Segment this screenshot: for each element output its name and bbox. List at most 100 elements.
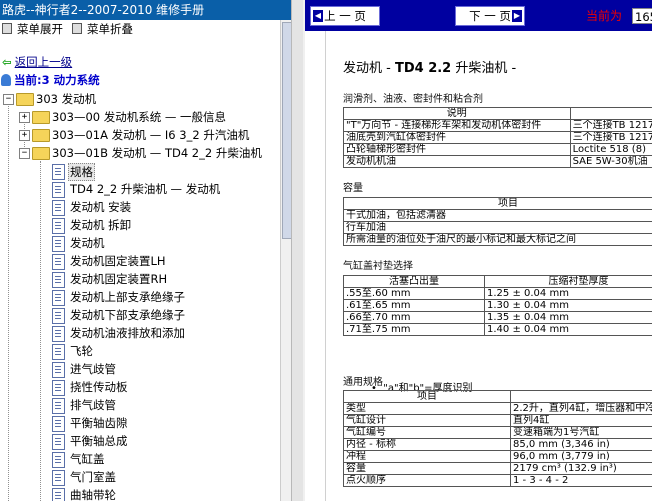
tree-leaf[interactable]: 排气歧管	[0, 397, 280, 414]
document-icon	[52, 218, 65, 234]
general-spec-table: 项目 类型 2.2升，直列4缸，增压器和中冷器 气缸设计 直列4缸 气缸编号 变速箱端…	[343, 390, 652, 487]
page-number-input[interactable]: 165	[632, 8, 652, 24]
tree-leaf[interactable]: TD4 2_2 升柴油机 — 发动机	[0, 181, 280, 198]
document-icon	[52, 290, 65, 306]
document-icon	[52, 434, 65, 450]
table-row: .55至.60 mm 1.25 ± 0.04 mm	[343, 287, 652, 300]
tree-leaf-label: 发动机上部支承绝缘子	[70, 290, 185, 304]
tree-leaf-label: 气缸盖	[70, 452, 105, 466]
left-pane: 路虎--神行者2--2007-2010 维修手册 菜单展开 菜单折叠 ⇦ 返回上一…	[0, 0, 291, 501]
tree-leaf[interactable]: 发动机 拆卸	[0, 217, 280, 234]
table-row: 所需油量的油位处于油尺的最小标记和最大标记之间	[343, 233, 652, 246]
expand-all-icon	[2, 23, 12, 34]
collapse-toggle-icon[interactable]: −	[3, 94, 14, 105]
table-row: 凸轮轴梯形密封件 Loctite 518 (8)	[343, 143, 652, 156]
document-icon	[52, 470, 65, 486]
tree-node-label: 303—00 发动机系统 — 一般信息	[52, 110, 227, 124]
tree-node-303[interactable]: − 303 发动机	[0, 91, 280, 107]
menu-expand-button[interactable]: 菜单展开	[2, 22, 63, 36]
tree-leaf-label: 发动机固定装置LH	[70, 254, 166, 268]
folder-open-icon	[16, 93, 34, 106]
tree-leaf-label: 平衡轴总成	[70, 434, 128, 448]
next-page-label: 下 一 页	[469, 9, 511, 23]
table-row: 内径 - 标称 85,0 mm (3,346 in)	[343, 438, 652, 451]
arrow-right-icon: ▶	[512, 10, 522, 22]
back-arrow-icon: ⇦	[2, 55, 12, 69]
back-link[interactable]: ⇦ 返回上一级	[2, 55, 72, 70]
table-row: 发动机机油 SAE 5W-30机油	[343, 155, 652, 168]
document-icon	[52, 362, 65, 378]
menu-collapse-label: 菜单折叠	[87, 22, 133, 36]
menu-expand-label: 菜单展开	[17, 22, 63, 36]
tree-leaf[interactable]: 挠性传动板	[0, 379, 280, 396]
expand-toggle-icon[interactable]: +	[19, 130, 30, 141]
tree-node-label: 303—01A 发动机 — I6 3_2 升汽油机	[52, 128, 250, 142]
document-icon	[52, 272, 65, 288]
prev-page-label: 上 一 页	[324, 9, 366, 23]
tree-leaf-label: 挠性传动板	[70, 380, 128, 394]
tree-leaf[interactable]: 发动机 安装	[0, 199, 280, 216]
tree-node-303-01b[interactable]: − 303—01B 发动机 — TD4 2_2 升柴油机	[0, 145, 280, 161]
tree-node-303-01a[interactable]: + 303—01A 发动机 — I6 3_2 升汽油机	[0, 127, 280, 143]
tree-leaf-label: 规格	[68, 163, 95, 181]
tree-leaf[interactable]: 气门室盖	[0, 469, 280, 486]
tree-leaf[interactable]: 发动机	[0, 235, 280, 252]
table-row: 冲程 96,0 mm (3,779 in)	[343, 450, 652, 463]
tree-leaf[interactable]: 发动机固定装置LH	[0, 253, 280, 270]
tree-leaf[interactable]: 规格	[0, 163, 280, 181]
expand-toggle-icon[interactable]: +	[19, 112, 30, 123]
tree-leaf-label: TD4 2_2 升柴油机 — 发动机	[70, 182, 221, 196]
document-icon	[52, 182, 65, 198]
tree-leaf-label: 发动机 拆卸	[70, 218, 132, 232]
doc-title: 发动机 - TD4 2.2 升柴油机 -	[343, 61, 517, 76]
document-icon	[52, 164, 65, 180]
tree-leaf[interactable]: 曲轴带轮	[0, 487, 280, 501]
tree-leaf[interactable]: 平衡轴齿隙	[0, 415, 280, 432]
tree-leaf[interactable]: 发动机油液排放和添加	[0, 325, 280, 342]
table-row: 干式加油，包括滤清器	[343, 209, 652, 222]
table-row: .71至.75 mm 1.40 ± 0.04 mm	[343, 323, 652, 336]
table-row: 气缸设计 直列4缸	[343, 414, 652, 427]
tree-scrollbar-thumb[interactable]	[282, 22, 291, 239]
tree-leaf[interactable]: 发动机上部支承绝缘子	[0, 289, 280, 306]
tree-scrollbar[interactable]	[280, 20, 291, 501]
folder-icon	[32, 129, 50, 142]
document-icon	[52, 380, 65, 396]
table-header: 压缩衬垫厚度	[484, 275, 652, 288]
collapse-all-icon	[72, 23, 82, 34]
document-page: 发动机 - TD4 2.2 升柴油机 - 润滑剂、油液、密封件和粘合剂 说明 "…	[325, 31, 652, 501]
table-header: 说明	[343, 107, 571, 120]
menu-collapse-button[interactable]: 菜单折叠	[72, 22, 133, 36]
page-toolbar: ◀ 上 一 页 下 一 页 ▶ 当前为 165	[305, 0, 652, 31]
current-page-label: 当前为	[586, 9, 623, 23]
tree-leaf-label: 发动机	[70, 236, 105, 250]
document-icon	[52, 488, 65, 501]
gasket-table: 活塞凸出量 压缩衬垫厚度 .55至.60 mm 1.25 ± 0.04 mm .61…	[343, 275, 652, 336]
tree-leaf[interactable]: 进气歧管	[0, 361, 280, 378]
document-icon	[52, 308, 65, 324]
tree-node-303-00[interactable]: + 303—00 发动机系统 — 一般信息	[0, 109, 280, 125]
tree-leaf[interactable]: 发动机下部支承绝缘子	[0, 307, 280, 324]
next-page-button[interactable]: 下 一 页 ▶	[455, 6, 525, 26]
table-row: .66至.70 mm 1.35 ± 0.04 mm	[343, 311, 652, 324]
tree-leaf[interactable]: 飞轮	[0, 343, 280, 360]
lubricants-table: 说明 "T"万向节 - 连接梯形车架和发动机体密封件三个连接TB 1217G 油…	[343, 107, 652, 168]
engine-icon	[1, 74, 11, 86]
prev-page-button[interactable]: ◀ 上 一 页	[310, 6, 380, 26]
folder-icon	[32, 111, 50, 124]
table-row: 油底壳到汽缸体密封件三个连接TB 1217G	[343, 131, 652, 144]
table-header: 项目	[343, 197, 652, 210]
tree-leaf[interactable]: 气缸盖	[0, 451, 280, 468]
document-icon	[52, 326, 65, 342]
table-header: 项目	[343, 390, 511, 403]
tree-leaf-label: 发动机油液排放和添加	[70, 326, 185, 340]
table-row: 类型 2.2升，直列4缸，增压器和中冷器	[343, 402, 652, 415]
tree-leaf-label: 气门室盖	[70, 470, 116, 484]
table-row: "T"万向节 - 连接梯形车架和发动机体密封件三个连接TB 1217G	[343, 119, 652, 132]
section-heading: 容量	[343, 183, 363, 194]
tree-leaf-label: 曲轴带轮	[70, 488, 116, 501]
tree-node-label: 303—01B 发动机 — TD4 2_2 升柴油机	[52, 146, 262, 160]
tree-leaf[interactable]: 平衡轴总成	[0, 433, 280, 450]
collapse-toggle-icon[interactable]: −	[19, 148, 30, 159]
tree-leaf[interactable]: 发动机固定装置RH	[0, 271, 280, 288]
